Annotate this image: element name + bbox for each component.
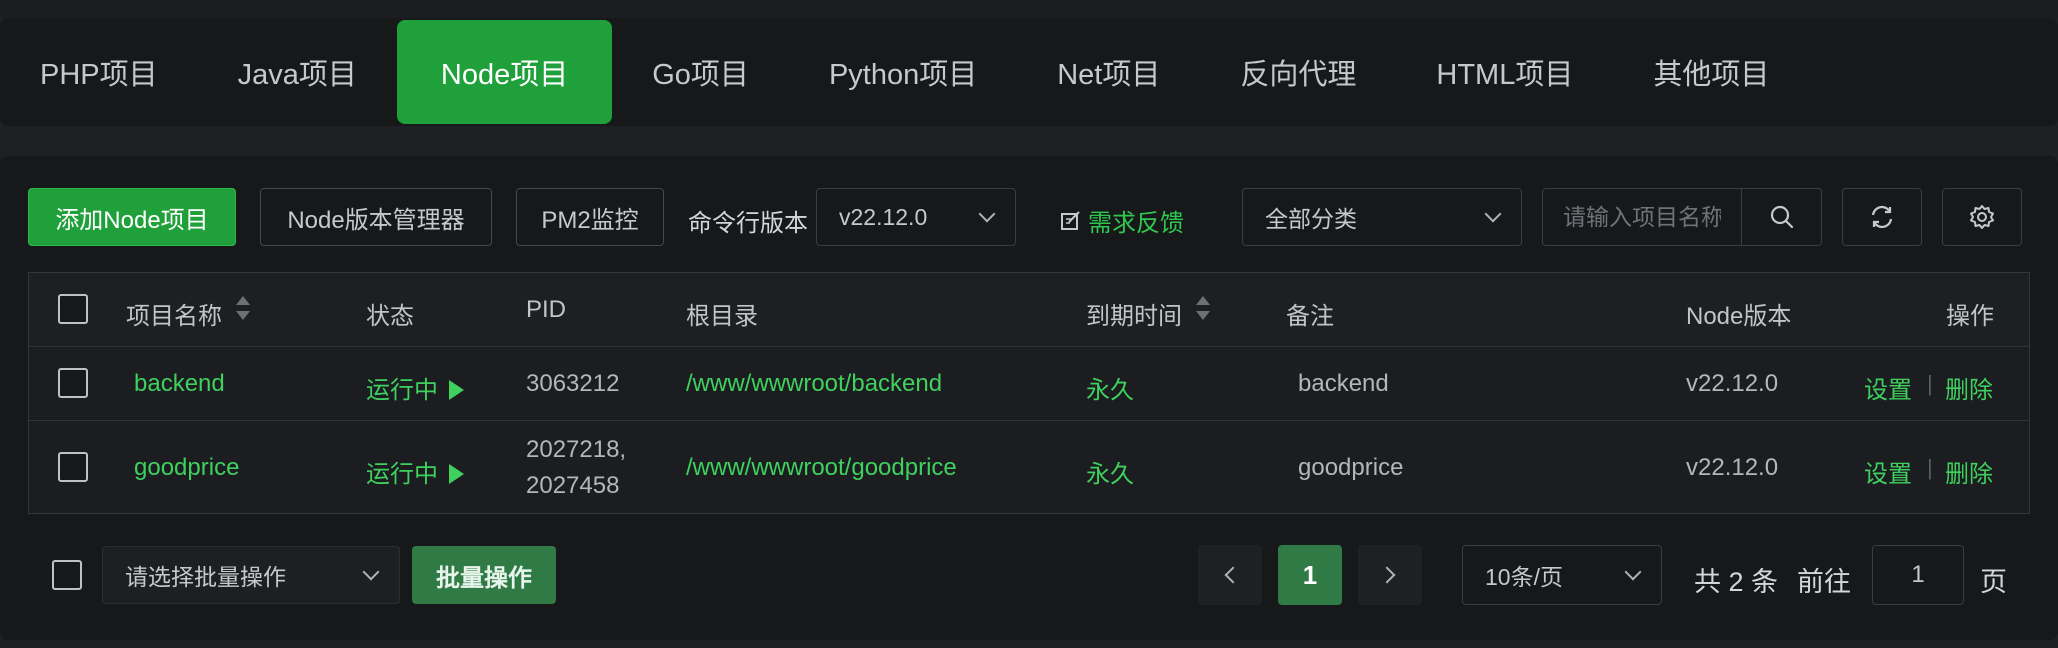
page-1-button[interactable]: 1	[1278, 545, 1342, 605]
expire-value[interactable]: 永久	[1086, 370, 1134, 405]
pid-value: 2027218,	[526, 436, 627, 463]
chevron-down-icon	[1484, 205, 1502, 223]
table-header: 项目名称 状态 PID 根目录 到期时间 备注 Node版本 操作	[29, 273, 2029, 347]
project-search	[1542, 188, 1822, 246]
pid-value: 3063212	[526, 370, 620, 397]
category-value: 全部分类	[1265, 206, 1357, 232]
tab-java[interactable]: Java项目	[198, 20, 397, 124]
page-size-select[interactable]: 10条/页	[1462, 545, 1662, 605]
header-name[interactable]: 项目名称	[126, 296, 222, 331]
status-label: 运行中	[366, 377, 438, 404]
search-icon	[1770, 205, 1793, 229]
project-type-tabs: PHP项目 Java项目 Node项目 Go项目 Python项目 Net项目 …	[0, 18, 2058, 126]
chevron-down-icon	[978, 205, 996, 223]
batch-operation-button[interactable]: 批量操作	[412, 546, 556, 604]
tab-reverse-proxy[interactable]: 反向代理	[1200, 20, 1396, 124]
refresh-icon	[1871, 205, 1893, 229]
table-row: backend 运行中 3063212 /www/wwwroot/backend…	[29, 347, 2029, 421]
tab-node[interactable]: Node项目	[396, 20, 613, 124]
page-unit-label: 页	[1980, 567, 2007, 597]
edit-icon	[1061, 210, 1080, 230]
tab-other[interactable]: 其他项目	[1613, 20, 1809, 124]
row-checkbox[interactable]	[58, 452, 88, 482]
root-path-link[interactable]: /www/wwwroot/backend	[686, 370, 942, 398]
tab-go[interactable]: Go项目	[612, 20, 789, 124]
chevron-down-icon	[362, 563, 380, 581]
search-input[interactable]	[1543, 189, 1741, 245]
batch-placeholder: 请选择批量操作	[125, 564, 286, 590]
delete-link[interactable]: 删除	[1945, 370, 1993, 405]
pm2-monitor-button[interactable]: PM2监控	[516, 188, 664, 246]
header-status: 状态	[366, 303, 414, 330]
pid-value: 2027458	[526, 472, 620, 499]
page-size-value: 10条/页	[1485, 564, 1563, 590]
header-expire[interactable]: 到期时间	[1086, 296, 1182, 331]
header-root: 根目录	[686, 303, 758, 330]
node-version-value: v22.12.0	[1686, 370, 1779, 397]
table-row: goodprice 运行中 2027218, 2027458 /www/wwwr…	[29, 421, 2029, 513]
feedback-label: 需求反馈	[1088, 210, 1184, 237]
action-separator: |	[1927, 455, 1933, 480]
tab-php[interactable]: PHP项目	[0, 20, 198, 124]
remark-value[interactable]: backend	[1298, 370, 1389, 398]
prev-page-button[interactable]	[1198, 545, 1262, 605]
add-node-project-button[interactable]: 添加Node项目	[28, 188, 236, 246]
feedback-link[interactable]: 需求反馈	[1060, 203, 1184, 238]
settings-link[interactable]: 设置	[1864, 454, 1912, 489]
total-count: 共 2 条	[1694, 567, 1779, 597]
project-panel: 添加Node项目 Node版本管理器 PM2监控 命令行版本 v22.12.0 …	[0, 156, 2058, 640]
header-pid: PID	[526, 296, 567, 323]
chevron-right-icon	[1378, 566, 1396, 584]
top-strip	[0, 0, 2058, 18]
settings-button[interactable]	[1942, 188, 2022, 246]
sort-icon[interactable]	[1196, 296, 1210, 320]
play-icon	[448, 380, 464, 400]
project-name-link[interactable]: backend	[134, 370, 225, 398]
project-table: 项目名称 状态 PID 根目录 到期时间 备注 Node版本 操作 backen…	[28, 272, 2030, 514]
action-separator: |	[1927, 371, 1933, 396]
delete-link[interactable]: 删除	[1945, 454, 1993, 489]
expire-value[interactable]: 永久	[1086, 454, 1134, 489]
next-page-button[interactable]	[1358, 545, 1422, 605]
goto-page-input[interactable]: 1	[1872, 545, 1964, 605]
search-button[interactable]	[1741, 189, 1821, 245]
remark-value[interactable]: goodprice	[1298, 454, 1403, 482]
cli-version-value: v22.12.0	[839, 203, 928, 230]
tab-net[interactable]: Net项目	[1017, 20, 1200, 124]
header-node-version: Node版本	[1686, 303, 1792, 330]
tab-python[interactable]: Python项目	[789, 20, 1017, 124]
root-path-link[interactable]: /www/wwwroot/goodprice	[686, 454, 957, 482]
chevron-left-icon	[1224, 566, 1242, 584]
settings-link[interactable]: 设置	[1864, 370, 1912, 405]
tab-html[interactable]: HTML项目	[1396, 20, 1613, 124]
refresh-button[interactable]	[1842, 188, 1922, 246]
gear-icon	[1970, 205, 1994, 229]
play-icon	[448, 464, 464, 484]
status-running[interactable]: 运行中	[366, 370, 464, 405]
cli-version-label: 命令行版本	[688, 210, 808, 237]
project-name-link[interactable]: goodprice	[134, 454, 239, 482]
status-label: 运行中	[366, 461, 438, 488]
header-remark: 备注	[1286, 303, 1334, 330]
sort-icon[interactable]	[236, 296, 250, 320]
category-select[interactable]: 全部分类	[1242, 188, 1522, 246]
footer-select-all-checkbox[interactable]	[52, 560, 82, 590]
node-version-value: v22.12.0	[1686, 454, 1779, 481]
batch-operation-select[interactable]: 请选择批量操作	[102, 546, 400, 604]
node-version-manager-button[interactable]: Node版本管理器	[260, 188, 492, 246]
row-checkbox[interactable]	[58, 368, 88, 398]
goto-label: 前往	[1797, 567, 1851, 597]
select-all-checkbox[interactable]	[58, 294, 88, 324]
status-running[interactable]: 运行中	[366, 454, 464, 489]
chevron-down-icon	[1624, 563, 1642, 581]
header-actions: 操作	[1946, 303, 1994, 330]
cli-version-select[interactable]: v22.12.0	[816, 188, 1016, 246]
